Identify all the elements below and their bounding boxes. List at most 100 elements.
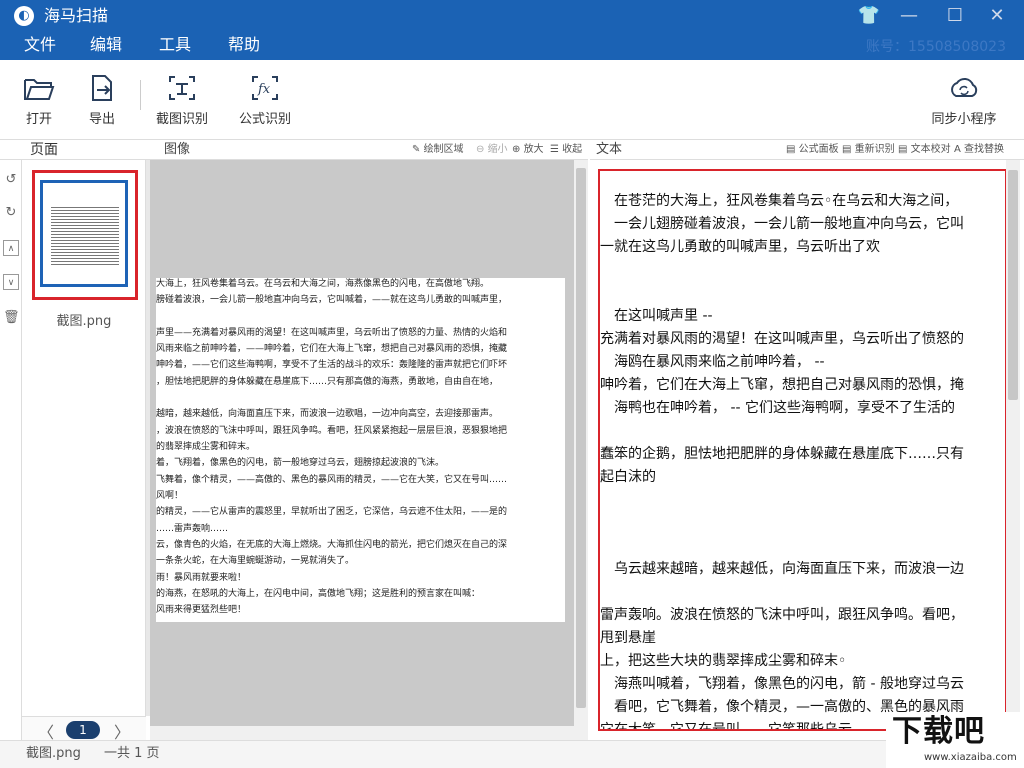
menu-file[interactable]: 文件 xyxy=(24,34,56,56)
delete-icon[interactable]: 🗑 xyxy=(3,310,20,326)
page-thumbnail xyxy=(40,180,128,287)
status-page-count: 一共 1 页 xyxy=(104,746,160,761)
find-replace-label: 查找替换 xyxy=(964,144,1005,155)
scanned-image: 大海上，狂风卷集着乌云。在乌云和大海之间，海燕像黑色的闪电，在高傲地飞翔。 膀碰… xyxy=(156,278,565,622)
scan-line: 飞舞着，像个精灵，——高傲的、黑色的暴风雨的精灵，——它在大笑，它又在号叫…… xyxy=(156,475,508,485)
text-line: 甩到悬崖 xyxy=(600,630,656,646)
proofread-button[interactable]: ▤ 文本校对 xyxy=(898,140,951,159)
zoom-in-label: 放大 xyxy=(523,144,544,155)
collapse-button[interactable]: ☰ 收起 xyxy=(550,140,582,159)
cloud-sync-icon xyxy=(951,78,978,97)
scan-line: 风雨来临之前呻吟着，——呻吟着，它们在大海上飞窜，想把自己对暴风雨的恐惧，掩藏 xyxy=(156,344,508,354)
draw-area-button[interactable]: ✎ 绘制区域 xyxy=(412,140,464,159)
scan-line: 一条条火蛇，在大海里蜿蜒游动，一晃就消失了。 xyxy=(156,556,355,566)
scan-line: 的翡翠摔成尘雾和碎末。 xyxy=(156,442,256,452)
rotate-left-icon[interactable]: ↺ xyxy=(3,172,19,188)
toolbar: 打开 导出 截图识别 fx 公式识别 同步小程序 xyxy=(0,60,1024,140)
formula-icon: fx xyxy=(252,76,278,100)
text-panel-title: 文本 xyxy=(596,142,623,157)
screenshot-ocr-label: 截图识别 xyxy=(155,112,208,127)
formula-panel-button[interactable]: ▤ 公式面板 xyxy=(786,140,839,159)
page-thumbnail-selected[interactable] xyxy=(32,170,138,300)
image-panel-title: 图像 xyxy=(164,142,191,157)
text-line: 在苍茫的大海上，狂风卷集着乌云◦在乌云和大海之间， xyxy=(600,193,959,209)
zoom-out-button[interactable]: ⊖ 缩小 xyxy=(476,140,508,159)
skin-icon[interactable]: 👕 xyxy=(854,4,884,28)
image-panel-header: 图像 ✎ 绘制区域 ⊖ 缩小 ⊕ 放大 ☰ 收起 xyxy=(150,140,588,160)
app-title: 海马扫描 xyxy=(44,6,109,25)
text-line: 在这叫喊声里 -- xyxy=(600,308,713,324)
close-button[interactable]: ✕ xyxy=(982,4,1012,28)
text-line: 起白沫的 xyxy=(600,469,656,485)
find-replace-button[interactable]: A 查找替换 xyxy=(954,140,1004,159)
rotate-right-icon[interactable]: ↻ xyxy=(3,205,19,221)
watermark-url: www.xiazaiba.com xyxy=(924,752,1017,763)
formula-ocr-button[interactable]: fx 公式识别 xyxy=(237,74,293,127)
maximize-button[interactable]: ☐ xyxy=(940,4,970,28)
current-page-number: 1 xyxy=(66,721,100,739)
export-icon xyxy=(92,75,112,101)
image-vertical-scrollbar[interactable] xyxy=(574,160,588,740)
text-panel-header: 文本 ▤ 公式面板 ▤ 重新识别 ▤ 文本校对 A 查找替换 xyxy=(590,140,1024,160)
scan-line: ……雷声轰响…… xyxy=(156,524,229,534)
reocr-label: 重新识别 xyxy=(854,144,895,155)
menu-tools[interactable]: 工具 xyxy=(159,34,191,56)
scan-line: 雨！暴风雨就要来啦！ xyxy=(156,573,247,583)
text-line: 一就在这鸟儿勇敢的叫喊声里，乌云听出了欢 xyxy=(600,239,880,255)
text-line: 充满着对暴风雨的渴望！在这叫喊声里，乌云听出了愤怒的 xyxy=(600,331,964,347)
status-filename: 截图.png xyxy=(26,746,81,761)
text-line: 上，把这些大块的翡翠摔成尘雾和碎末◦ xyxy=(600,653,847,669)
text-vertical-scrollbar[interactable] xyxy=(1006,160,1020,740)
zoom-in-button[interactable]: ⊕ 放大 xyxy=(512,140,544,159)
image-viewer[interactable]: 大海上，狂风卷集着乌云。在乌云和大海之间，海燕像黑色的闪电，在高傲地飞翔。 膀碰… xyxy=(150,160,588,740)
title-bar: ◐ 海马扫描 👕 — ☐ ✕ 文件 编辑 工具 帮助 账号：1550850802… xyxy=(0,0,1024,60)
text-line: 呻吟着，它们在大海上飞窜，想把自己对暴风雨的恐惧，掩 xyxy=(600,377,964,393)
thumbnail-text-lines xyxy=(51,207,119,267)
pages-panel: 截图.png xyxy=(22,160,146,716)
folder-open-icon xyxy=(24,79,55,100)
screenshot-ocr-button[interactable]: 截图识别 xyxy=(154,74,210,127)
image-scroll-thumb[interactable] xyxy=(576,168,586,708)
zoom-out-label: 缩小 xyxy=(487,144,508,155)
text-line: 一会儿翅膀碰着波浪，一会儿箭一般地直冲向乌云，它叫 xyxy=(600,216,964,232)
app-window: ◐ 海马扫描 👕 — ☐ ✕ 文件 编辑 工具 帮助 账号：1550850802… xyxy=(0,0,1024,768)
menu-edit[interactable]: 编辑 xyxy=(90,34,122,56)
scan-line: 声里——充满着对暴风雨的渴望！在这叫喊声里，乌云听出了愤怒的力量、热情的火焰和 xyxy=(156,328,508,338)
screenshot-ocr-icon xyxy=(169,76,195,100)
status-bar: 截图.png 一共 1 页 xyxy=(0,740,1024,768)
recognized-text-box[interactable]: 在苍茫的大海上，狂风卷集着乌云◦在乌云和大海之间， 一会儿翅膀碰着波浪，一会儿箭… xyxy=(598,169,1007,731)
scan-line: 着，飞翔着，像黑色的闪电，箭一般地穿过乌云，翅膀掠起波浪的飞沫。 xyxy=(156,458,445,468)
sync-miniprogram-button[interactable]: 同步小程序 xyxy=(928,74,1000,127)
svg-text:fx: fx xyxy=(257,82,271,97)
export-button[interactable]: 导出 xyxy=(84,74,120,127)
minimize-button[interactable]: — xyxy=(894,4,924,28)
scan-line: 膀碰着波浪，一会儿箭一般地直冲向乌云，它叫喊着，——就在这鸟儿勇敢的叫喊声里， xyxy=(156,295,508,305)
move-up-icon[interactable]: ∧ xyxy=(3,240,19,256)
export-label: 导出 xyxy=(88,112,115,127)
image-horizontal-scrollbar[interactable] xyxy=(150,726,574,740)
text-line: 海燕叫喊着，飞翔着，像黑色的闪电，箭 - 般地穿过乌云 xyxy=(600,676,964,692)
scan-line: 风雨来得更猛烈些吧！ xyxy=(156,605,247,615)
scan-line: 云，像青色的火焰，在无底的大海上燃烧。大海抓住闪电的箭光，把它们熄灭在自己的深 xyxy=(156,540,508,550)
reocr-button[interactable]: ▤ 重新识别 xyxy=(842,140,895,159)
thumbnail-filename: 截图.png xyxy=(56,314,112,329)
text-editor-area: 在苍茫的大海上，狂风卷集着乌云◦在乌云和大海之间， 一会儿翅膀碰着波浪，一会儿箭… xyxy=(590,160,1024,740)
formula-ocr-label: 公式识别 xyxy=(238,112,291,127)
proofread-label: 文本校对 xyxy=(910,144,951,155)
pages-header: 页面 xyxy=(0,140,150,160)
open-button[interactable]: 打开 xyxy=(20,74,58,127)
account-label: 账号：15508508023 xyxy=(866,39,1006,55)
text-line: 海鸥在暴风雨来临之前呻吟着， -- xyxy=(600,354,825,370)
move-down-icon[interactable]: ∨ xyxy=(3,274,19,290)
text-scroll-thumb[interactable] xyxy=(1008,170,1018,400)
site-watermark: 下载吧 www.xiazaiba.com xyxy=(886,712,1024,768)
text-line: 它在大笑，它又在号叫……它笑那些乌云， xyxy=(600,722,866,731)
menu-help[interactable]: 帮助 xyxy=(228,34,260,56)
open-label: 打开 xyxy=(25,112,52,127)
page-pager: 〈 1 〉 xyxy=(22,716,146,742)
draw-area-label: 绘制区域 xyxy=(423,144,464,155)
text-line: 蠢笨的企鹅，胆怯地把肥胖的身体躲藏在悬崖底下……只有 xyxy=(600,446,964,462)
toolbar-separator xyxy=(140,80,141,110)
scan-line: ，波浪在愤怒的飞沫中呼叫，跟狂风争鸣。看吧，狂风紧紧抱起一层层巨浪，恶狠狠地把 xyxy=(156,426,508,436)
sync-label: 同步小程序 xyxy=(931,112,997,127)
